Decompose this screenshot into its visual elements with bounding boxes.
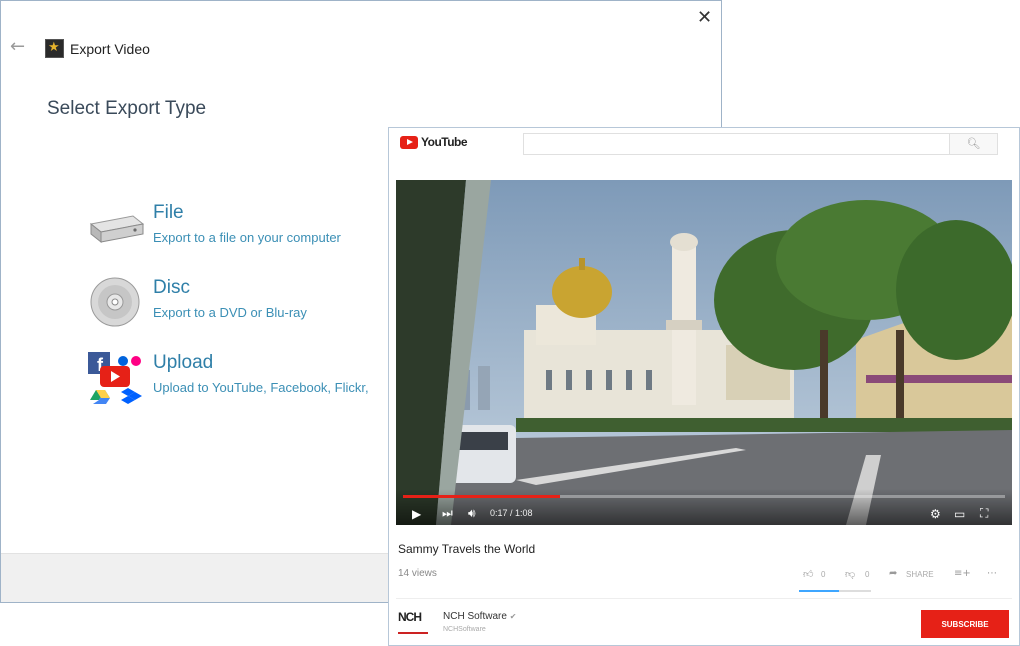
- hard-drive-icon: [89, 215, 145, 244]
- like-count: 0: [821, 570, 826, 579]
- theater-mode-icon[interactable]: ▭: [954, 507, 965, 521]
- next-icon[interactable]: ⏭: [442, 506, 453, 521]
- select-export-type-heading: Select Export Type: [47, 98, 207, 119]
- disc-icon: [90, 277, 140, 327]
- app-icon: [45, 39, 64, 58]
- video-frame: [396, 180, 1012, 525]
- player-controls: ▶ ⏭ 🔊︎ 0:17 / 1:08 ⚙ ▭ ⛶: [396, 489, 1012, 525]
- thumbs-up-icon[interactable]: 👍︎: [803, 568, 813, 580]
- time-display: 0:17 / 1:08: [490, 508, 533, 518]
- option-title: Disc: [153, 277, 190, 298]
- option-description: Upload to YouTube, Facebook, Flickr,: [153, 380, 369, 395]
- channel-name-text: NCH Software: [443, 611, 507, 622]
- dialog-title: Export Video: [70, 41, 150, 57]
- search-input[interactable]: [523, 133, 950, 155]
- sentiment-bar: [799, 590, 871, 592]
- share-icon[interactable]: ➦: [889, 568, 897, 579]
- option-title: Upload: [153, 352, 214, 373]
- fullscreen-icon[interactable]: ⛶: [980, 506, 988, 521]
- dislike-count: 0: [865, 570, 870, 579]
- export-option-upload[interactable]: f Upload Upload to YouTube, Facebook, Fl…: [87, 352, 407, 408]
- play-icon[interactable]: ▶: [412, 507, 421, 521]
- add-to-playlist-icon[interactable]: ≡+: [954, 568, 971, 579]
- view-count: 14 views: [398, 568, 437, 579]
- close-icon[interactable]: ✕: [697, 7, 712, 28]
- export-option-disc[interactable]: Disc Export to a DVD or Blu-ray: [87, 277, 407, 333]
- video-player[interactable]: ▶ ⏭ 🔊︎ 0:17 / 1:08 ⚙ ▭ ⛶: [396, 180, 1012, 525]
- youtube-logo-text: YouTube: [421, 135, 468, 149]
- search-icon[interactable]: 🔍︎: [950, 133, 998, 155]
- verified-badge-icon: ✔: [509, 612, 517, 621]
- subscribe-button[interactable]: SUBSCRIBE: [921, 610, 1009, 638]
- option-description: Export to a file on your computer: [153, 230, 341, 245]
- export-option-file[interactable]: File Export to a file on your computer: [87, 202, 407, 258]
- more-actions-icon[interactable]: ⋯: [987, 568, 997, 579]
- progress-bar[interactable]: [403, 495, 1005, 498]
- thumbs-down-icon[interactable]: 👎︎: [845, 568, 855, 580]
- channel-subtitle: NCHSoftware: [443, 626, 486, 633]
- divider: [396, 598, 1012, 599]
- channel-avatar[interactable]: NCH: [398, 610, 428, 634]
- youtube-play-logo-icon: [400, 136, 418, 149]
- volume-icon[interactable]: 🔊︎: [468, 506, 476, 521]
- upload-services-icon: f: [88, 352, 142, 404]
- option-description: Export to a DVD or Blu-ray: [153, 305, 307, 320]
- video-title: Sammy Travels the World: [398, 542, 536, 556]
- youtube-window: YouTube 🔍︎ ▶ ⏭ 🔊︎ 0:17 / 1:08 ⚙ ▭ ⛶ Samm…: [388, 127, 1020, 646]
- option-title: File: [153, 202, 184, 223]
- settings-icon[interactable]: ⚙: [930, 507, 941, 521]
- share-label[interactable]: SHARE: [906, 570, 934, 579]
- channel-name[interactable]: NCH Software ✔: [443, 611, 516, 622]
- back-arrow-icon[interactable]: ←: [10, 38, 28, 56]
